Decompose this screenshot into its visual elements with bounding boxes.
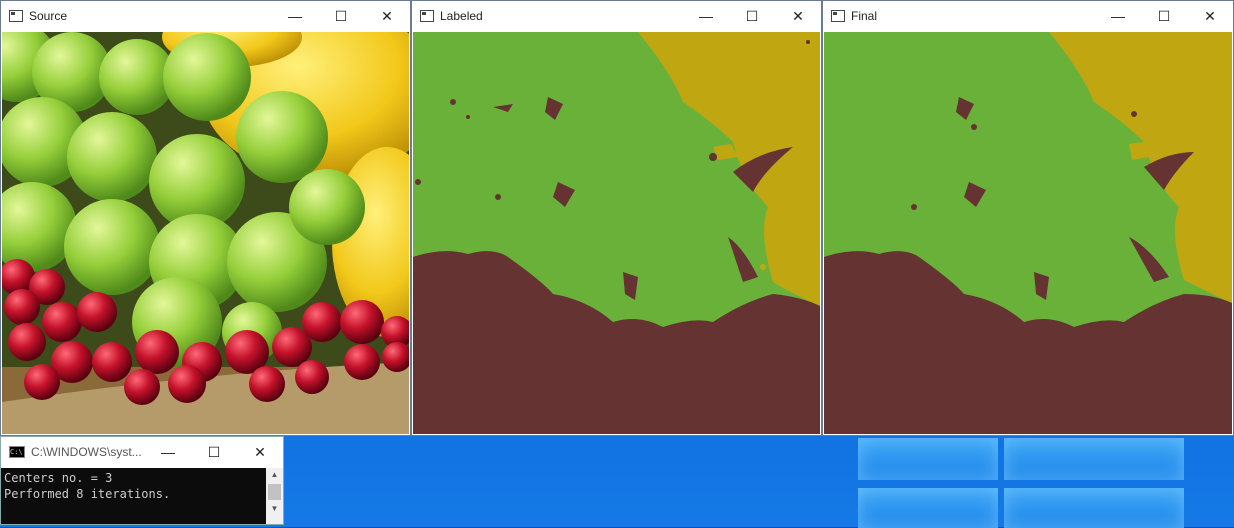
source-image [2, 32, 409, 434]
minimize-button[interactable]: — [683, 1, 729, 31]
window-app-icon [831, 10, 845, 22]
minimize-button[interactable]: — [1095, 1, 1141, 31]
window-app-icon [420, 10, 434, 22]
maximize-button[interactable]: ☐ [729, 1, 775, 31]
final-image [824, 32, 1232, 434]
window-title: Source [29, 9, 68, 23]
scroll-up-icon[interactable]: ▲ [266, 468, 283, 482]
maximize-button[interactable]: ☐ [191, 437, 237, 467]
maximize-button[interactable]: ☐ [1141, 1, 1187, 31]
source-titlebar[interactable]: Source — ☐ ✕ [1, 1, 410, 31]
labeled-window: Labeled — ☐ ✕ [411, 0, 822, 436]
scroll-down-icon[interactable]: ▼ [266, 502, 283, 516]
console-output[interactable]: Centers no. = 3 Performed 8 iterations. [1, 468, 266, 524]
minimize-button[interactable]: — [272, 1, 318, 31]
console-scrollbar[interactable]: ▲ ▼ [266, 468, 283, 524]
window-app-icon [9, 10, 23, 22]
close-button[interactable]: ✕ [1187, 1, 1233, 31]
final-window: Final — ☐ ✕ [822, 0, 1234, 436]
scroll-thumb[interactable] [268, 484, 281, 500]
console-icon: C:\ [9, 446, 25, 458]
console-line: Performed 8 iterations. [4, 487, 171, 501]
console-titlebar[interactable]: C:\ C:\WINDOWS\syst... — ☐ ✕ [1, 437, 283, 467]
window-title: Labeled [440, 9, 483, 23]
windows-logo [855, 438, 1185, 528]
minimize-button[interactable]: — [145, 437, 191, 467]
maximize-button[interactable]: ☐ [318, 1, 364, 31]
close-button[interactable]: ✕ [775, 1, 821, 31]
window-title: Final [851, 9, 878, 23]
labeled-image [413, 32, 820, 434]
console-title: C:\WINDOWS\syst... [31, 445, 142, 459]
final-titlebar[interactable]: Final — ☐ ✕ [823, 1, 1233, 31]
labeled-titlebar[interactable]: Labeled — ☐ ✕ [412, 1, 821, 31]
console-line: Centers no. = 3 [4, 471, 113, 485]
close-button[interactable]: ✕ [364, 1, 410, 31]
close-button[interactable]: ✕ [237, 437, 283, 467]
source-window: Source — ☐ ✕ [0, 0, 411, 436]
console-window: C:\ C:\WINDOWS\syst... — ☐ ✕ Centers no.… [0, 436, 284, 525]
